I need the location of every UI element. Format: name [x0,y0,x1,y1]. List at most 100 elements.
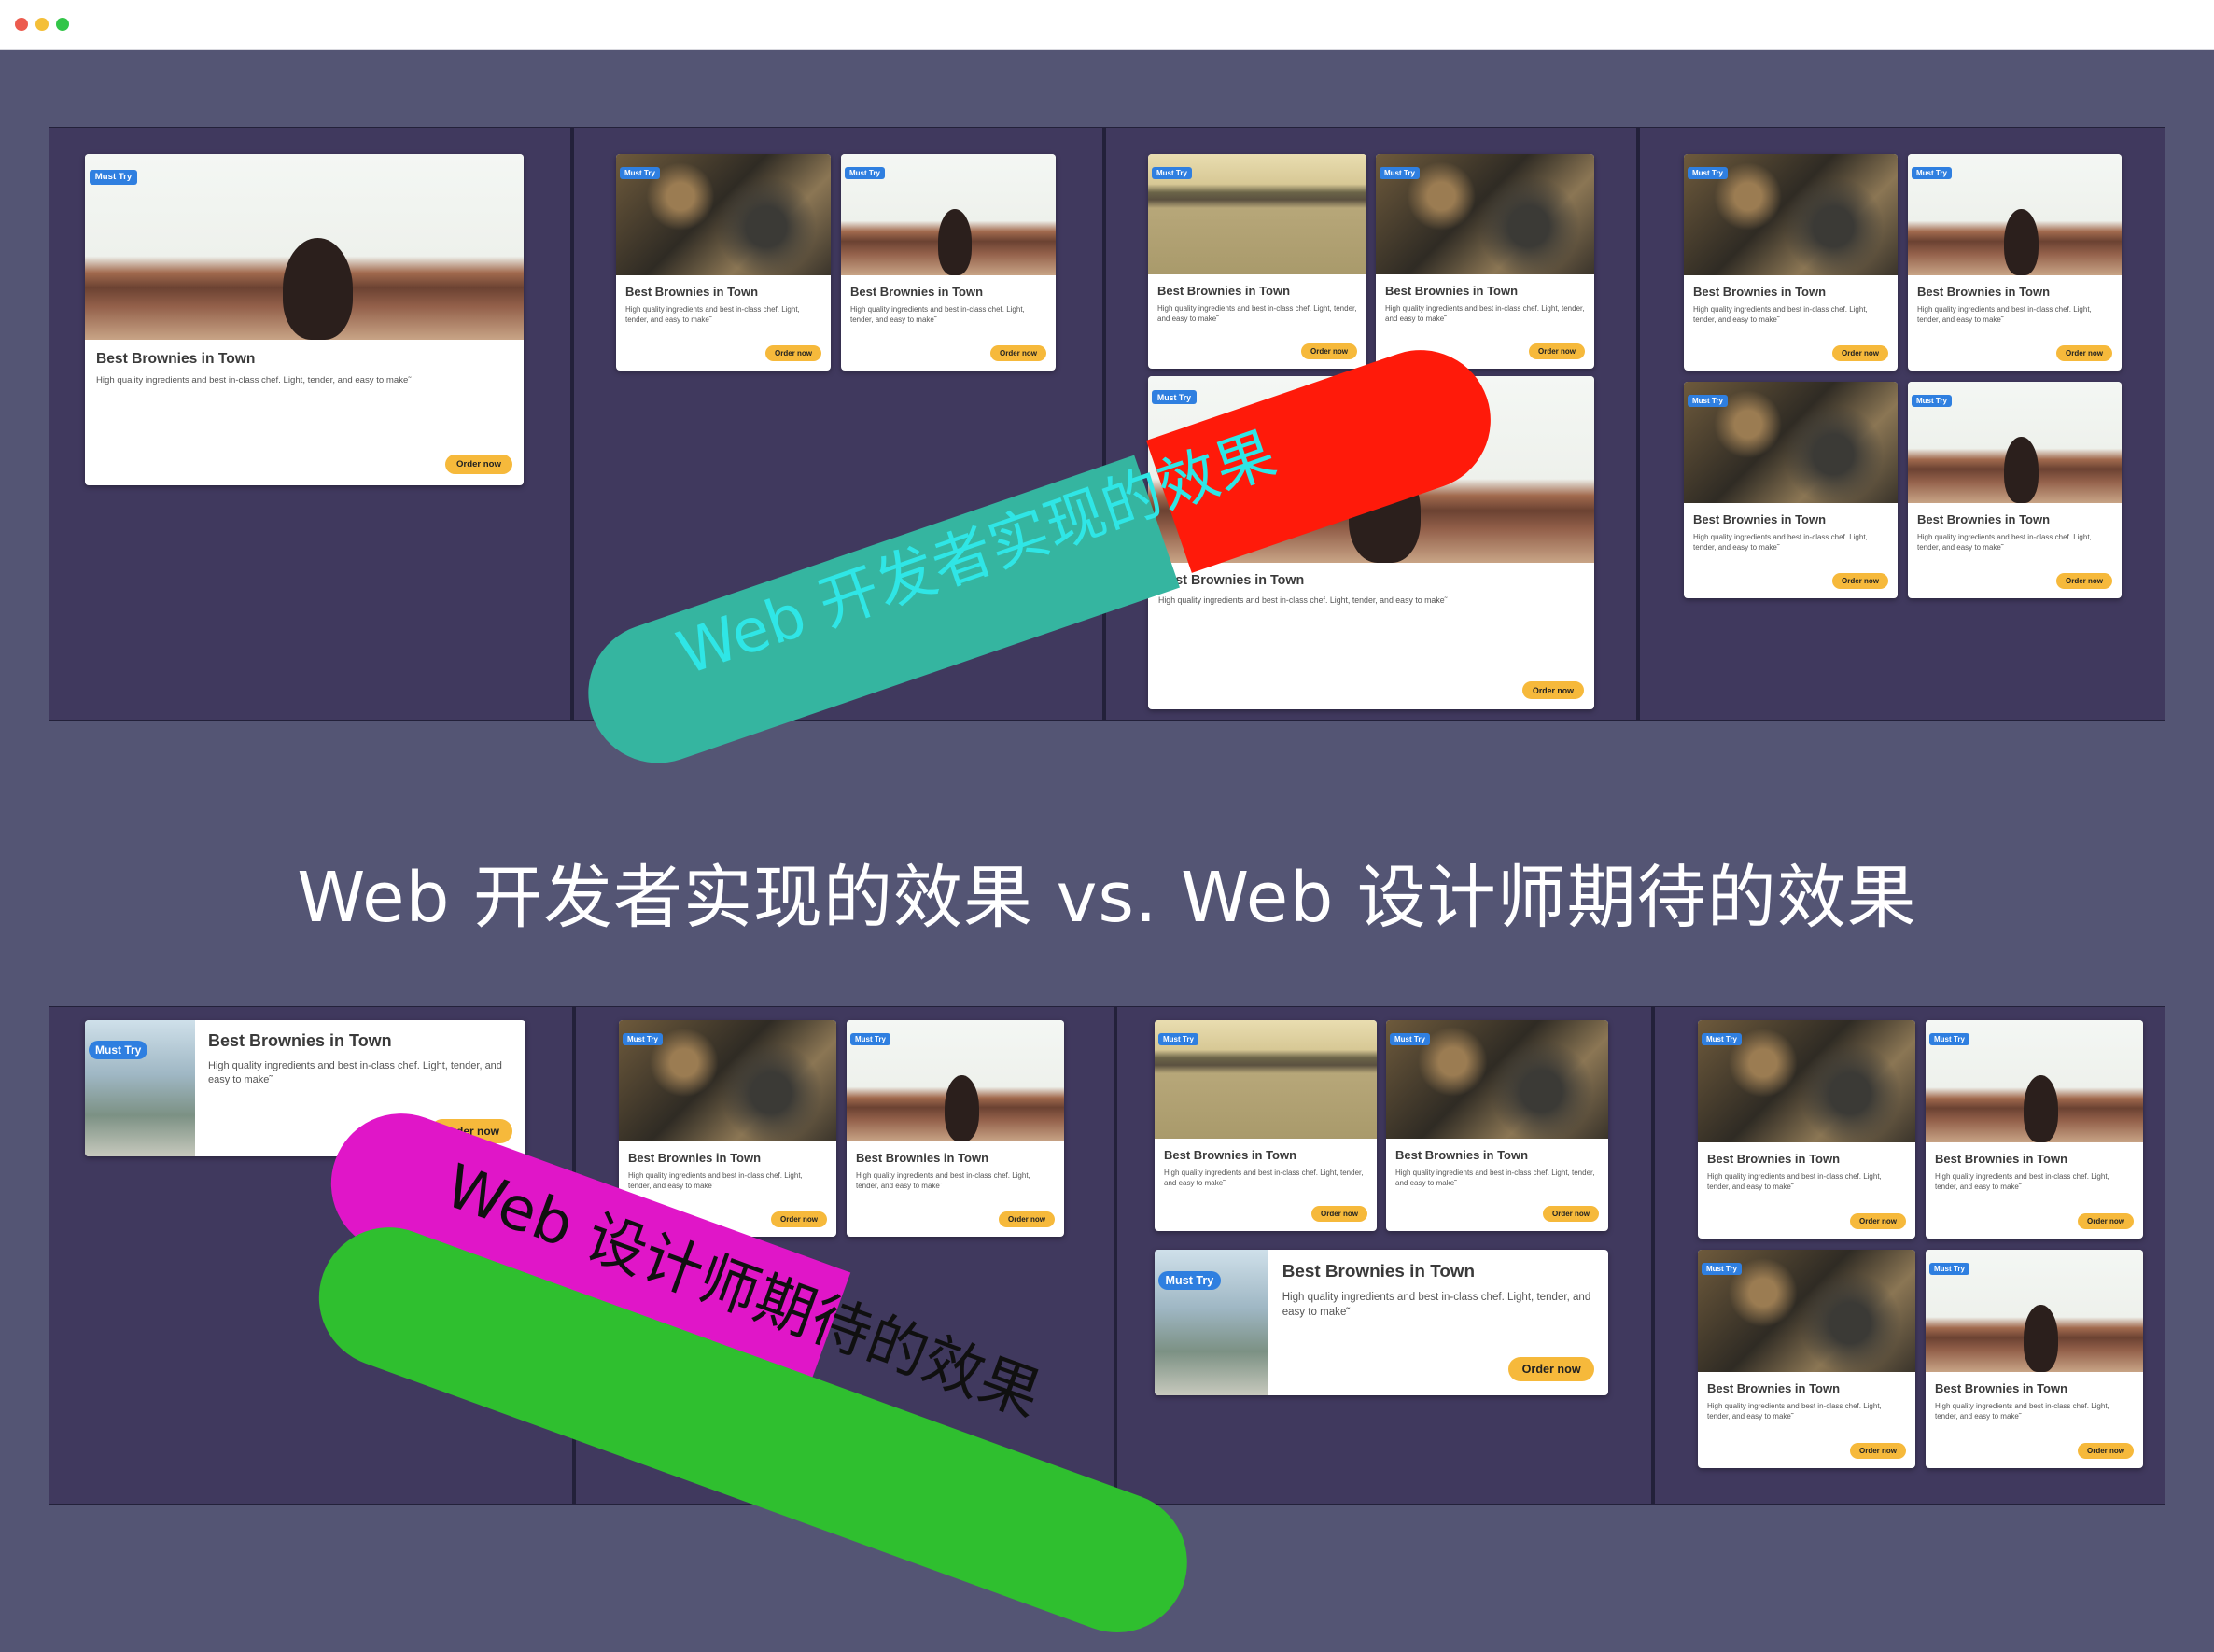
must-try-badge: Must Try [1390,1033,1430,1045]
card-description: High quality ingredients and best in-cla… [1917,305,2092,324]
must-try-badge: Must Try [850,1033,890,1045]
must-try-badge: Must Try [1380,167,1420,179]
card-title: Best Brownies in Town [1693,285,1827,299]
product-image [85,154,524,340]
must-try-badge: Must Try [1152,167,1192,179]
must-try-badge: Must Try [1152,390,1197,404]
must-try-badge: Must Try [623,1033,663,1045]
product-card: Must Try Best Brownies in Town High qualit… [1926,1020,2143,1239]
panel-divider [1114,1007,1117,1504]
card-title: Best Brownies in Town [1935,1381,2068,1395]
card-description: High quality ingredients and best in-cla… [1693,533,1868,552]
card-title: Best Brownies in Town [208,1031,392,1050]
must-try-badge: Must Try [1912,395,1952,407]
card-description: High quality ingredients and best in-cla… [1917,533,2092,552]
order-now-button[interactable]: Order now [1522,681,1584,699]
card-description: High quality ingredients and best in-cla… [856,1171,1030,1190]
must-try-badge: Must Try [1688,167,1728,179]
product-card: Must Try Best Brownies in Town High qualit… [1376,154,1594,369]
order-now-button[interactable]: Order now [1849,1213,1906,1229]
card-title: Best Brownies in Town [1157,284,1291,298]
card-title: Best Brownies in Town [1282,1261,1476,1281]
woman-figure [2004,436,2039,503]
must-try-badge: Must Try [1912,167,1952,179]
card-title: Best Brownies in Town [1917,285,2051,299]
card-title: Best Brownies in Town [1395,1148,1529,1162]
card-description: High quality ingredients and best in-cla… [1935,1402,2109,1421]
card-description: High quality ingredients and best in-cla… [208,1060,502,1085]
card-title: Best Brownies in Town [1158,573,1305,588]
card-title: Best Brownies in Town [1164,1148,1297,1162]
must-try-badge: Must Try [1929,1263,1969,1275]
order-now-button[interactable]: Order now [1310,1206,1367,1222]
order-now-button[interactable]: Order now [1300,343,1357,359]
product-card: Must Try Best Brownies in Town High qualit… [1684,382,1898,598]
order-now-button[interactable]: Order now [2077,1213,2134,1229]
order-now-button[interactable]: Order now [989,345,1046,361]
product-card: Must Try Best Brownies in Town High qualit… [85,154,524,485]
must-try-badge: Must Try [620,167,660,179]
must-try-badge: Must Try [1688,395,1728,407]
product-card: Must Try Best Brownies in Town High qualit… [1684,154,1898,371]
panel-divider [570,128,574,720]
comparison-title: Web 开发者实现的效果 vs. Web 设计师期待的效果 [297,858,1917,938]
order-now-button[interactable]: Order now [1849,1443,1906,1459]
maximize-window-icon[interactable] [56,18,69,31]
order-now-button[interactable]: Order now [764,345,821,361]
order-now-button[interactable]: Order now [1831,345,1888,361]
woman-figure [2004,208,2039,275]
card-description: High quality ingredients and best in-cla… [1282,1292,1591,1318]
card-title: Best Brownies in Town [625,285,759,299]
card-title: Best Brownies in Town [96,351,256,367]
card-description: High quality ingredients and best in-cla… [1707,1402,1882,1421]
must-try-badge: Must Try [845,167,885,179]
product-card: Must Try Best Brownies in Town High qualit… [841,154,1056,371]
product-card-horizontal: Must Try Best Brownies in Town High qualit… [1155,1250,1608,1395]
order-now-button[interactable]: Order now [1507,1356,1595,1382]
product-card: Must Try Best Brownies in Town High qualit… [1908,382,2122,598]
close-window-icon[interactable] [15,18,28,31]
card-title: Best Brownies in Town [628,1151,762,1165]
order-now-button[interactable]: Order now [1528,343,1585,359]
product-card: Must Try Best Brownies in Town High qualit… [1698,1250,1915,1468]
product-card: Must Try Best Brownies in Town High qualit… [1926,1250,2143,1468]
card-description: High quality ingredients and best in-cla… [1385,304,1585,323]
woman-figure [2023,1074,2059,1142]
card-description: High quality ingredients and best in-cla… [1693,305,1868,324]
product-card: Must Try Best Brownies in Town High qualit… [1148,154,1366,369]
product-card: Must Try Best Brownies in Town High qualit… [847,1020,1064,1237]
minimize-window-icon[interactable] [35,18,49,31]
order-now-button[interactable]: Order now [2055,345,2112,361]
product-card: Must Try Best Brownies in Town High qualit… [1698,1020,1915,1239]
card-description: High quality ingredients and best in-cla… [628,1171,803,1190]
must-try-badge: Must Try [89,169,138,185]
card-description: High quality ingredients and best in-cla… [1164,1169,1364,1187]
woman-figure [937,208,973,275]
card-description: High quality ingredients and best in-cla… [1395,1169,1595,1187]
card-title: Best Brownies in Town [850,285,984,299]
card-title: Best Brownies in Town [1917,512,2051,526]
card-description: High quality ingredients and best in-cla… [96,375,412,386]
order-now-button[interactable]: Order now [770,1211,827,1227]
card-title: Best Brownies in Town [1935,1152,2068,1166]
order-now-button[interactable]: Order now [445,455,512,474]
woman-figure [2023,1304,2059,1372]
woman-figure [282,237,353,340]
window-titlebar [0,0,2214,50]
card-description: High quality ingredients and best in-cla… [625,305,800,324]
product-card: Must Try Best Brownies in Town High qualit… [1155,1020,1377,1231]
card-description: High quality ingredients and best in-cla… [1158,595,1448,606]
card-title: Best Brownies in Town [1693,512,1827,526]
order-now-button[interactable]: Order now [1542,1206,1599,1222]
must-try-badge: Must Try [1702,1263,1742,1275]
panel-divider [1636,128,1640,720]
order-now-button[interactable]: Order now [1831,573,1888,589]
card-title: Best Brownies in Town [1707,1381,1841,1395]
panel-divider [1102,128,1106,720]
order-now-button[interactable]: Order now [2055,573,2112,589]
order-now-button[interactable]: Order now [998,1211,1055,1227]
developer-result-panel: Must Try Best Brownies in Town High qualit… [49,127,2165,721]
must-try-badge: Must Try [1702,1033,1742,1045]
must-try-badge: Must Try [89,1041,148,1059]
order-now-button[interactable]: Order now [2077,1443,2134,1459]
